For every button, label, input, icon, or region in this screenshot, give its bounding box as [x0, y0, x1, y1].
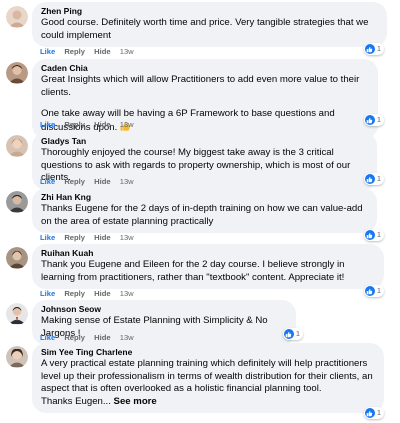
- hide-button[interactable]: Hide: [94, 233, 110, 243]
- like-button[interactable]: Like: [40, 289, 55, 299]
- reaction-count: 1: [376, 286, 381, 295]
- reaction-count-badge[interactable]: 1: [363, 407, 384, 419]
- avatar[interactable]: [6, 303, 28, 325]
- reaction-count: 1: [376, 408, 381, 417]
- hide-button[interactable]: Hide: [94, 333, 110, 343]
- comment-actions: Like Reply Hide 13w: [40, 233, 141, 243]
- reply-button[interactable]: Reply: [64, 333, 85, 343]
- thumbs-up-icon: [364, 230, 375, 240]
- reaction-count-badge[interactable]: 1: [363, 43, 384, 55]
- comment-bubble: Ruihan Kuah Thank you Eugene and Eileen …: [32, 244, 384, 290]
- reaction-count-badge[interactable]: 1: [363, 173, 384, 185]
- comment-author[interactable]: Zhi Han Kng: [41, 192, 368, 203]
- avatar[interactable]: [6, 62, 28, 84]
- comment-bubble: Zhi Han Kng Thanks Eugene for the 2 days…: [32, 188, 377, 234]
- comment-bubble: Sim Yee Ting Charlene A very practical e…: [32, 343, 384, 414]
- avatar[interactable]: [6, 135, 28, 157]
- thumbs-up-icon: [364, 408, 375, 418]
- comment-timestamp[interactable]: 13w: [120, 289, 134, 299]
- comment-timestamp[interactable]: 13w: [120, 47, 134, 57]
- comment-author[interactable]: Sim Yee Ting Charlene: [41, 347, 375, 358]
- like-button[interactable]: Like: [40, 177, 55, 187]
- comments-feed: Zhen Ping Good course. Definitely worth …: [0, 0, 400, 423]
- comment-actions: Like Reply Hide 13w: [40, 47, 141, 57]
- thumbs-up-icon: [364, 174, 375, 184]
- comment-actions: Like Reply Hide 13w: [40, 333, 141, 343]
- reply-button[interactable]: Reply: [64, 289, 85, 299]
- comment-text: Good course. Definitely worth time and p…: [41, 17, 369, 41]
- comment-author[interactable]: Zhen Ping: [41, 6, 378, 17]
- hide-button[interactable]: Hide: [94, 47, 110, 57]
- comment-author[interactable]: Caden Chia: [41, 63, 369, 74]
- comment-text: A very practical estate planning trainin…: [41, 358, 373, 407]
- comment-author[interactable]: Gladys Tan: [41, 136, 368, 147]
- reaction-count: 1: [376, 230, 381, 239]
- avatar[interactable]: [6, 247, 28, 269]
- reply-button[interactable]: Reply: [64, 120, 85, 130]
- see-more-link[interactable]: See more: [114, 396, 157, 407]
- reaction-count-badge[interactable]: 1: [363, 229, 384, 241]
- reply-button[interactable]: Reply: [64, 177, 85, 187]
- comment-actions: Like Reply Hide 13w: [40, 289, 141, 299]
- reply-button[interactable]: Reply: [64, 47, 85, 57]
- reaction-count: 1: [376, 174, 381, 183]
- thumbs-up-icon: [364, 44, 375, 54]
- hide-button[interactable]: Hide: [94, 120, 110, 130]
- like-button[interactable]: Like: [40, 233, 55, 243]
- comment-timestamp[interactable]: 13w: [120, 233, 134, 243]
- like-button[interactable]: Like: [40, 120, 55, 130]
- comment-timestamp[interactable]: 13w: [120, 120, 134, 130]
- reaction-count-badge[interactable]: 1: [282, 328, 303, 340]
- comment-actions: Like Reply Hide 13w: [40, 120, 141, 130]
- like-button[interactable]: Like: [40, 333, 55, 343]
- avatar[interactable]: [6, 346, 28, 368]
- thumbs-up-icon: [364, 115, 375, 125]
- thumbs-up-icon: [364, 286, 375, 296]
- comment-timestamp[interactable]: 13w: [120, 177, 134, 187]
- reaction-count: 1: [376, 115, 381, 124]
- comment-text: Thanks Eugene for the 2 days of in-depth…: [41, 203, 363, 227]
- comment-bubble: Zhen Ping Good course. Definitely worth …: [32, 2, 387, 48]
- avatar[interactable]: [6, 191, 28, 213]
- thumbs-up-icon: [283, 329, 294, 339]
- comment-author[interactable]: Ruihan Kuah: [41, 248, 375, 259]
- reaction-count: 1: [295, 329, 300, 338]
- comment-actions: Like Reply Hide 13w: [40, 177, 141, 187]
- hide-button[interactable]: Hide: [94, 289, 110, 299]
- comment-text: Thank you Eugene and Eileen for the 2 da…: [41, 259, 345, 283]
- hide-button[interactable]: Hide: [94, 177, 110, 187]
- comment-timestamp[interactable]: 13w: [120, 333, 134, 343]
- reaction-count-badge[interactable]: 1: [363, 114, 384, 126]
- comment-author[interactable]: Johnson Seow: [41, 304, 287, 315]
- reply-button[interactable]: Reply: [64, 233, 85, 243]
- avatar[interactable]: [6, 6, 28, 28]
- reaction-count: 1: [376, 44, 381, 53]
- reaction-count-badge[interactable]: 1: [363, 285, 384, 297]
- like-button[interactable]: Like: [40, 47, 55, 57]
